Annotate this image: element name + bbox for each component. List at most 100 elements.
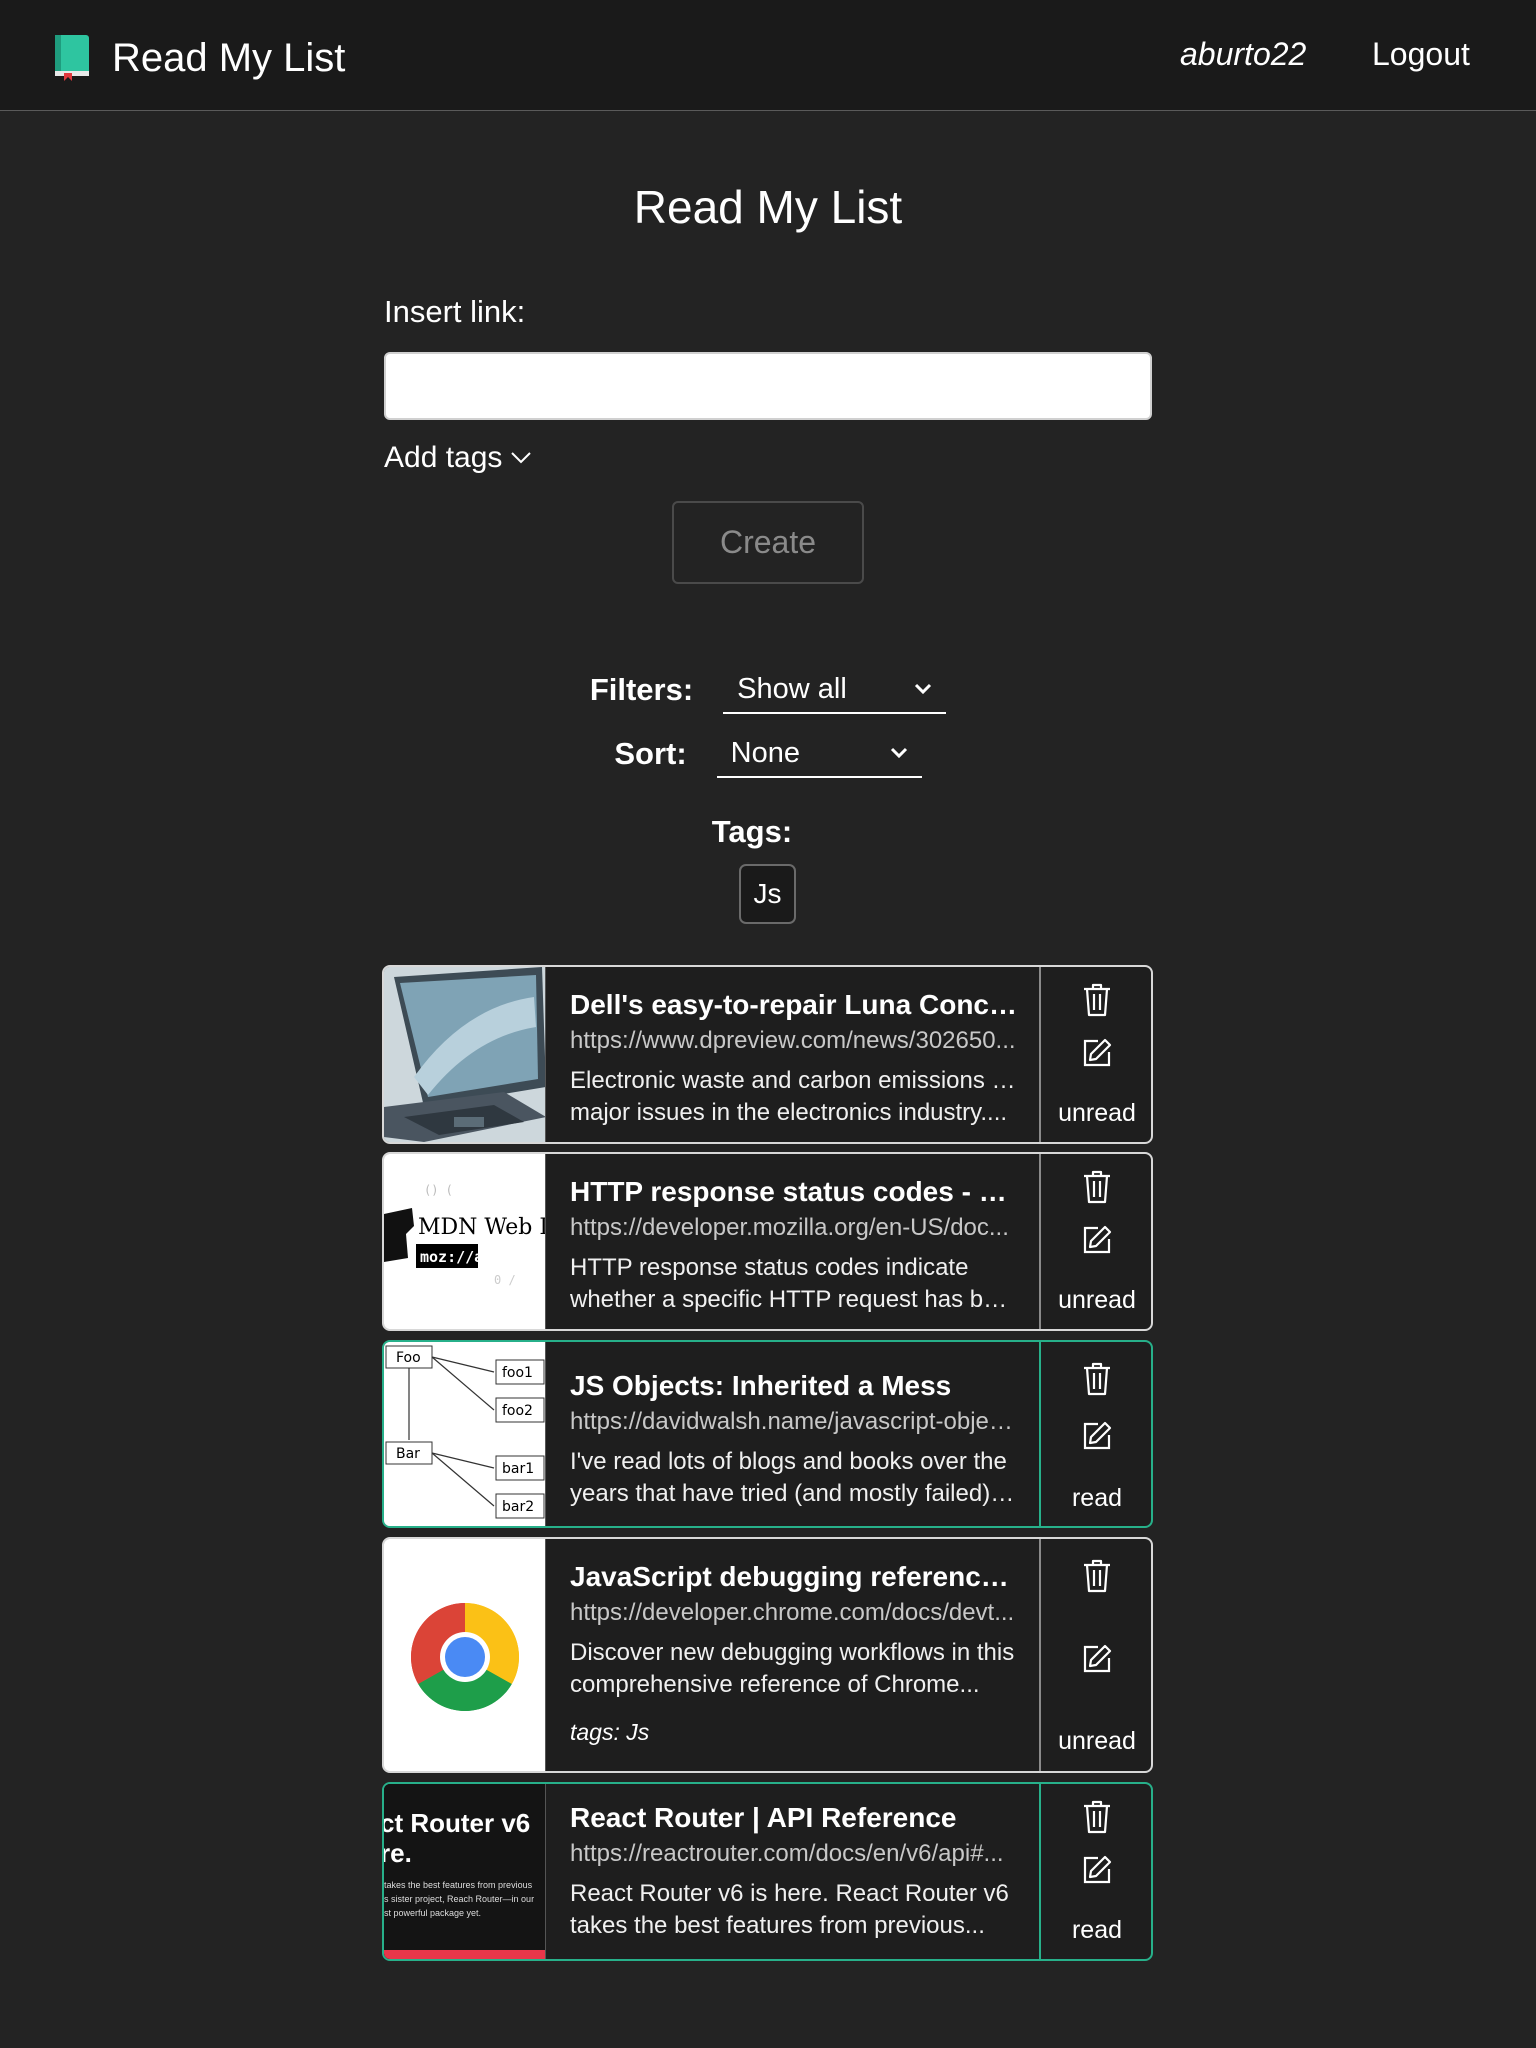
card-description: I've read lots of blogs and books over t… (570, 1446, 1018, 1510)
edit-button[interactable] (1041, 1643, 1151, 1675)
card-tags: tags: Js (570, 1719, 650, 1745)
mozilla-logo-text: moz://a (420, 1248, 483, 1266)
trash-icon (1084, 1559, 1110, 1593)
tags-label: Tags: (711, 814, 793, 849)
sort-value: None (730, 736, 800, 769)
sort-row: Sort: None (0, 730, 1536, 778)
delete-button[interactable] (1041, 1362, 1151, 1396)
card-title[interactable]: React Router | API Reference (570, 1802, 1018, 1834)
svg-text:() (: () ( (424, 1183, 453, 1197)
card-description: Electronic waste and carbon emissions ar… (570, 1065, 1018, 1129)
react-router-thumb-text: s sister project, Reach Router—in our (384, 1894, 534, 1904)
svg-text:0 /: 0 / (494, 1273, 516, 1287)
card-description-line: Electronic waste and carbon emissions ar… (570, 1067, 1018, 1094)
edit-icon (1083, 1225, 1112, 1254)
edit-button[interactable] (1041, 1037, 1151, 1069)
create-button[interactable]: Create (672, 501, 864, 584)
card-actions: unread (1039, 1154, 1151, 1329)
card-body: HTTP response status codes - H... https:… (570, 1176, 1018, 1316)
delete-button[interactable] (1041, 983, 1151, 1017)
react-router-thumb-text: st powerful package yet. (384, 1908, 481, 1918)
card-title[interactable]: HTTP response status codes - H... (570, 1176, 1018, 1208)
card-url[interactable]: https://reactrouter.com/docs/en/v6/api#.… (570, 1840, 1018, 1868)
add-tags-toggle[interactable]: Add tags (384, 441, 532, 475)
card-url[interactable]: https://davidwalsh.name/javascript-objec… (570, 1408, 1018, 1436)
card-url[interactable]: https://developer.mozilla.org/en-US/doc.… (570, 1214, 1018, 1242)
sort-label: Sort: (614, 736, 687, 771)
status-toggle[interactable]: unread (1041, 1727, 1151, 1756)
card-description-line: whether a specific HTTP request has bee.… (570, 1286, 1018, 1313)
chrome-logo-icon (384, 1539, 545, 1771)
link-card[interactable]: () ( 0 / MDN Web D moz://a HTTP response… (382, 1152, 1153, 1331)
tag-chip-js[interactable]: Js (739, 864, 796, 924)
diagram-node-bar2: bar2 (502, 1499, 534, 1515)
card-description-line: years that have tried (and mostly failed… (570, 1480, 1018, 1507)
edit-icon (1083, 1421, 1112, 1450)
card-thumbnail: () ( 0 / MDN Web D moz://a (384, 1154, 546, 1329)
card-description-line: comprehensive reference of Chrome... (570, 1671, 980, 1698)
trash-icon (1084, 1170, 1110, 1204)
username: aburto22 (1180, 36, 1307, 72)
brand[interactable]: Read My List (52, 34, 345, 82)
card-description-line: takes the best features from previous... (570, 1912, 985, 1939)
link-card[interactable]: ct Router v6 re. takes the best features… (382, 1782, 1153, 1961)
card-actions: read (1039, 1342, 1151, 1526)
link-input[interactable] (384, 352, 1152, 420)
add-tags-label: Add tags (384, 441, 503, 474)
card-actions: read (1039, 1784, 1151, 1959)
card-thumbnail: ct Router v6 re. takes the best features… (384, 1784, 546, 1959)
card-actions: unread (1039, 967, 1151, 1142)
link-card[interactable]: JavaScript debugging reference ... https… (382, 1537, 1153, 1773)
status-toggle[interactable]: unread (1041, 1099, 1151, 1128)
edit-button[interactable] (1041, 1224, 1151, 1256)
chevron-down-icon (890, 747, 907, 759)
edit-button[interactable] (1041, 1420, 1151, 1452)
sort-select[interactable]: None (716, 730, 922, 778)
card-body: React Router | API Reference https://rea… (570, 1802, 1018, 1942)
card-description: Discover new debugging workflows in this… (570, 1637, 1018, 1701)
card-url[interactable]: https://developer.chrome.com/docs/devt..… (570, 1599, 1018, 1627)
navbar: Read My List aburto22 Logout (0, 0, 1536, 111)
brand-title: Read My List (112, 35, 346, 80)
react-router-thumb-subheading: re. (384, 1838, 412, 1868)
card-title[interactable]: JavaScript debugging reference ... (570, 1561, 1018, 1593)
card-thumbnail (384, 967, 546, 1142)
filters-value: Show all (737, 672, 847, 705)
delete-button[interactable] (1041, 1559, 1151, 1593)
status-toggle[interactable]: unread (1041, 1286, 1151, 1315)
diagram-node-bar: Bar (396, 1446, 420, 1462)
chevron-down-icon (511, 452, 532, 464)
edit-icon (1083, 1038, 1112, 1067)
diagram-node-foo2: foo2 (502, 1403, 533, 1419)
filters-row: Filters: Show all (0, 666, 1536, 714)
trash-icon (1084, 983, 1110, 1017)
trash-icon (1084, 1800, 1110, 1834)
delete-button[interactable] (1041, 1800, 1151, 1834)
edit-button[interactable] (1041, 1854, 1151, 1886)
card-description-line: HTTP response status codes indicate (570, 1254, 969, 1281)
filters-label: Filters: (589, 672, 694, 707)
card-body: Dell's easy-to-repair Luna Conce... http… (570, 989, 1018, 1129)
book-icon (52, 35, 90, 81)
mdn-logo-text: MDN Web D (418, 1215, 546, 1240)
link-card[interactable]: Foo foo1 foo2 Bar bar1 bar2 JS Objects: … (382, 1340, 1153, 1528)
card-url[interactable]: https://www.dpreview.com/news/302650... (570, 1027, 1018, 1055)
edit-icon (1083, 1855, 1112, 1884)
delete-button[interactable] (1041, 1170, 1151, 1204)
link-card[interactable]: Dell's easy-to-repair Luna Conce... http… (382, 965, 1153, 1144)
insert-link-label: Insert link: (384, 294, 526, 329)
trash-icon (1084, 1362, 1110, 1396)
status-toggle[interactable]: read (1041, 1916, 1151, 1945)
filters-select[interactable]: Show all (723, 666, 947, 714)
card-actions: unread (1039, 1539, 1151, 1771)
card-body: JavaScript debugging reference ... https… (570, 1561, 1018, 1746)
card-title[interactable]: Dell's easy-to-repair Luna Conce... (570, 989, 1018, 1021)
card-description-line: React Router v6 is here. React Router v6 (570, 1880, 1009, 1907)
chevron-down-icon (915, 683, 932, 695)
diagram-node-bar1: bar1 (502, 1461, 534, 1477)
status-toggle[interactable]: read (1041, 1484, 1151, 1513)
diagram-node-foo1: foo1 (502, 1365, 533, 1381)
edit-icon (1083, 1644, 1112, 1673)
logout-link[interactable]: Logout (1372, 36, 1470, 73)
card-title[interactable]: JS Objects: Inherited a Mess (570, 1370, 1018, 1402)
